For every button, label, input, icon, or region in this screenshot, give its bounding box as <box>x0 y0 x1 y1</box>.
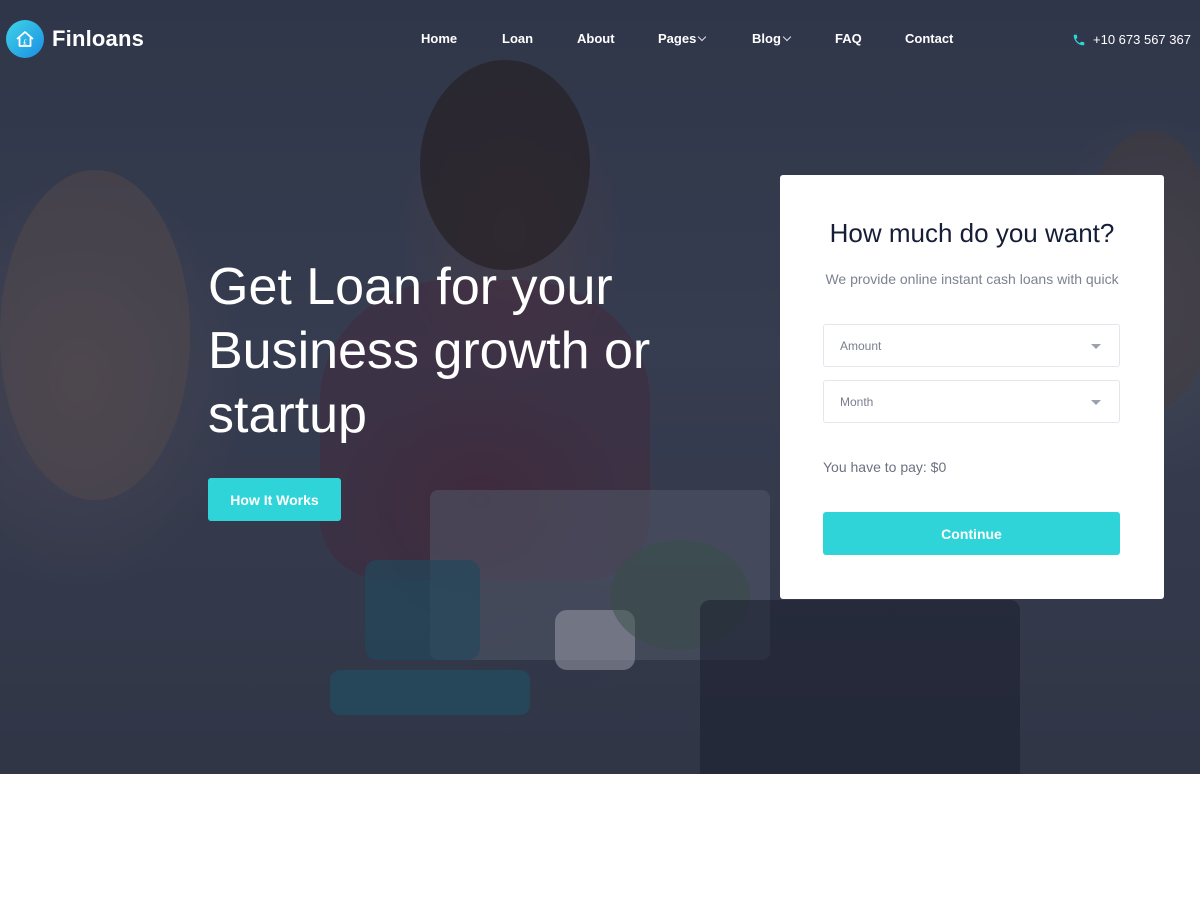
amount-select[interactable]: Amount <box>823 324 1120 367</box>
nav-item-faq[interactable]: FAQ <box>835 31 862 46</box>
loan-form-subtitle: We provide online instant cash loans wit… <box>825 271 1119 287</box>
caret-down-icon <box>1091 344 1101 349</box>
nav-item-loan[interactable]: Loan <box>502 31 533 46</box>
nav-item-pages[interactable]: Pages <box>658 31 707 46</box>
amount-select-placeholder: Amount <box>840 338 882 353</box>
phone-icon <box>1073 34 1085 45</box>
loan-calculator-card: How much do you want? We provide online … <box>780 175 1164 599</box>
header-phone-link[interactable]: +10 673 567 367 <box>1072 32 1191 47</box>
nav-item-about[interactable]: About <box>577 31 615 46</box>
hero-headline: Get Loan for your Business growth or sta… <box>208 258 651 444</box>
payment-total: You have to pay: $0 <box>823 459 947 475</box>
month-select-placeholder: Month <box>840 394 874 409</box>
how-it-works-button[interactable]: How It Works <box>208 478 341 521</box>
chevron-down-icon <box>782 32 792 41</box>
loan-form-title: How much do you want? <box>829 218 1115 248</box>
chevron-down-icon <box>698 32 707 41</box>
nav-item-blog[interactable]: Blog <box>752 31 792 46</box>
main-nav: Home Loan About Pages Blog FAQ Contact <box>0 31 1200 49</box>
nav-item-contact[interactable]: Contact <box>905 31 953 46</box>
hero-section: £ Finloans Home Loan About Pages Blog FA… <box>0 0 1200 774</box>
nav-item-home[interactable]: Home <box>421 31 457 46</box>
month-select[interactable]: Month <box>823 380 1120 423</box>
continue-button[interactable]: Continue <box>823 512 1120 555</box>
phone-number: +10 673 567 367 <box>1093 32 1191 47</box>
caret-down-icon <box>1091 400 1101 405</box>
